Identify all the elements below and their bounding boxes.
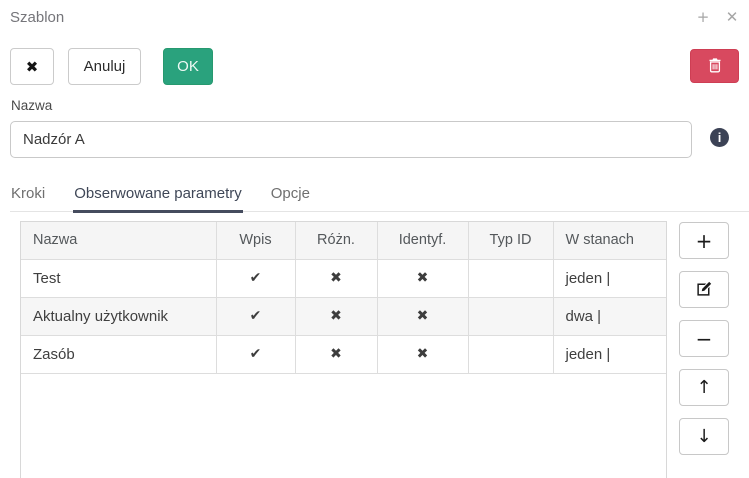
row-action-buttons: + − ↑ ↓ <box>679 222 729 455</box>
cell-w-stanach: jeden | <box>553 259 666 297</box>
cross-mark: ✖ <box>295 259 377 297</box>
tab-obserwowane-parametry[interactable]: Obserwowane parametry <box>73 181 243 211</box>
check-mark: ✔ <box>216 259 295 297</box>
check-mark: ✔ <box>216 297 295 335</box>
ok-button[interactable]: OK <box>163 48 213 85</box>
cancel-button[interactable]: Anuluj <box>68 48 141 85</box>
table-header-row: Nazwa Wpis Różn. Identyf. Typ ID W stana… <box>21 222 666 259</box>
cell-name: Test <box>21 259 216 297</box>
minus-icon: − <box>696 329 713 349</box>
delete-button[interactable] <box>690 49 739 83</box>
close-button[interactable]: ✖ <box>10 48 54 85</box>
name-input[interactable] <box>10 121 692 158</box>
table-row[interactable]: Test ✔ ✖ ✖ jeden | <box>21 259 666 297</box>
column-header-nazwa: Nazwa <box>21 222 216 259</box>
page-title: Szablon <box>10 9 64 26</box>
trash-icon <box>707 57 723 76</box>
cell-typ-id <box>468 259 553 297</box>
cell-name: Zasób <box>21 335 216 373</box>
cell-typ-id <box>468 335 553 373</box>
cross-mark: ✖ <box>377 297 468 335</box>
remove-row-button[interactable]: − <box>679 320 729 357</box>
tab-bar: Kroki Obserwowane parametry Opcje <box>10 181 749 212</box>
edit-row-button[interactable] <box>679 271 729 308</box>
plus-icon: + <box>696 231 713 251</box>
cell-w-stanach: jeden | <box>553 335 666 373</box>
check-mark: ✔ <box>216 335 295 373</box>
parameters-table-container: Nazwa Wpis Różn. Identyf. Typ ID W stana… <box>20 221 667 478</box>
cell-name: Aktualny użytkownik <box>21 297 216 335</box>
move-down-button[interactable]: ↓ <box>679 418 729 455</box>
szablon-dialog: Szablon + ✕ ✖ Anuluj OK Nazwa i Kroki Ob… <box>0 0 749 478</box>
parameters-table: Nazwa Wpis Różn. Identyf. Typ ID W stana… <box>21 222 666 374</box>
cross-mark: ✖ <box>377 259 468 297</box>
window-controls: + ✕ <box>692 6 743 28</box>
table-row[interactable]: Aktualny użytkownik ✔ ✖ ✖ dwa | <box>21 297 666 335</box>
window-add-icon[interactable]: + <box>692 6 714 28</box>
column-header-wpis: Wpis <box>216 222 295 259</box>
column-header-identyf: Identyf. <box>377 222 468 259</box>
tab-opcje[interactable]: Opcje <box>270 181 311 211</box>
column-header-rozn: Różn. <box>295 222 377 259</box>
tab-kroki[interactable]: Kroki <box>10 181 46 211</box>
table-row[interactable]: Zasób ✔ ✖ ✖ jeden | <box>21 335 666 373</box>
cross-mark: ✖ <box>295 297 377 335</box>
move-up-button[interactable]: ↑ <box>679 369 729 406</box>
name-label: Nazwa <box>11 98 52 113</box>
add-row-button[interactable]: + <box>679 222 729 259</box>
info-icon[interactable]: i <box>710 128 729 147</box>
cross-mark: ✖ <box>377 335 468 373</box>
arrow-up-icon: ↑ <box>696 379 711 397</box>
edit-icon <box>696 280 713 300</box>
column-header-w-stanach: W stanach <box>553 222 666 259</box>
arrow-down-icon: ↓ <box>696 428 711 446</box>
cell-w-stanach: dwa | <box>553 297 666 335</box>
window-close-icon[interactable]: ✕ <box>721 6 743 28</box>
column-header-typ-id: Typ ID <box>468 222 553 259</box>
cross-mark: ✖ <box>295 335 377 373</box>
cell-typ-id <box>468 297 553 335</box>
toolbar: ✖ Anuluj OK <box>10 48 213 85</box>
